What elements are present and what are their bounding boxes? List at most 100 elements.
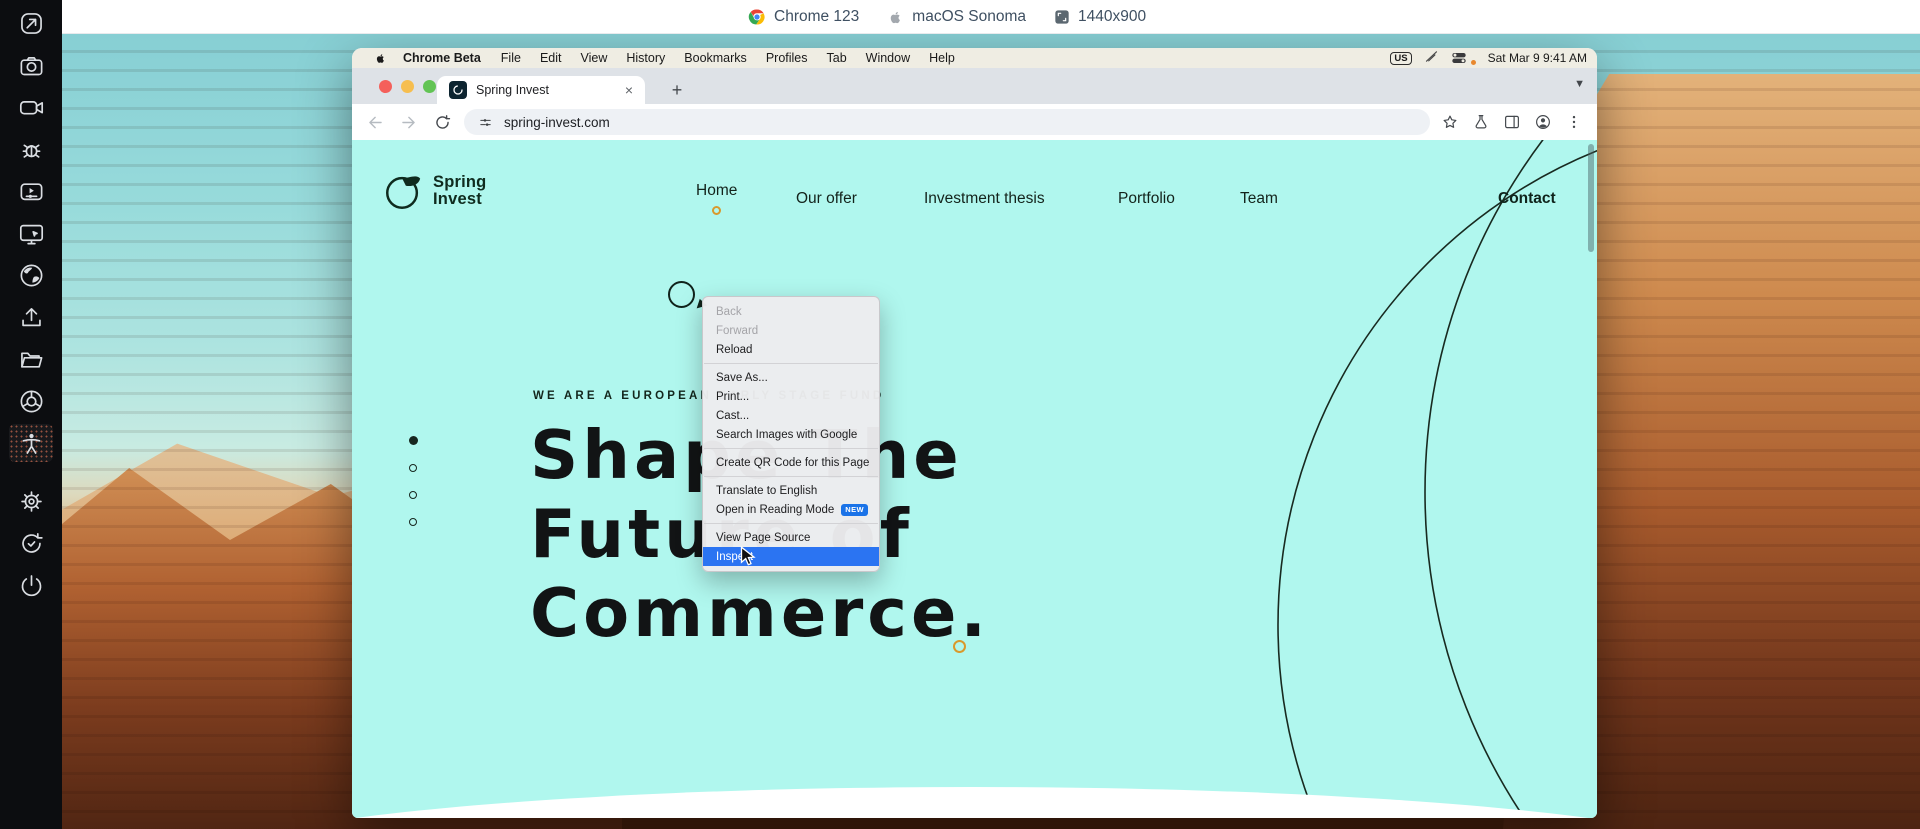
menu-window[interactable]: Window [866,51,910,65]
context-menu-separator [704,523,878,524]
carousel-dot[interactable] [409,518,417,526]
chrome-icon[interactable] [9,382,53,420]
accessibility-icon[interactable] [9,424,53,462]
context-item-cast[interactable]: Cast... [703,406,879,425]
vm-screen: Chrome Beta File Edit View History Bookm… [352,48,1597,818]
context-menu-separator [704,476,878,477]
context-item-reload[interactable]: Reload [703,340,879,359]
nav-portfolio[interactable]: Portfolio [1118,190,1175,208]
apple-logo-icon [887,9,904,26]
new-tab-button[interactable]: + [664,77,690,103]
virtual-display-icon[interactable] [9,214,53,252]
menu-help[interactable]: Help [929,51,955,65]
nav-home[interactable]: Home [696,182,737,200]
screen-record-icon[interactable] [9,88,53,126]
nav-home-active-dot [712,206,721,215]
tab-search-chevron-icon[interactable]: ▼ [1574,78,1585,90]
kebab-menu-icon[interactable] [1565,113,1583,131]
site-logo[interactable]: Spring Invest [382,170,486,212]
wifi-off-icon[interactable] [1424,49,1439,67]
vm-status-bar: Chrome 123 macOS Sonoma 1440x900 [62,0,1920,34]
tool-sidebar [0,0,62,829]
headline-line-3: Commerce. [530,574,990,652]
context-menu-separator [704,363,878,364]
context-item-create-qr[interactable]: Create QR Code for this Page [703,453,879,472]
carousel-dots [409,436,418,545]
tab-strip: Spring Invest × + ▼ [352,68,1597,104]
globe-icon[interactable] [9,256,53,294]
app-logo-icon[interactable] [9,4,53,42]
input-source-badge[interactable]: US [1390,51,1412,65]
notification-dot [1470,59,1476,65]
menu-app-name[interactable]: Chrome Beta [403,51,481,65]
site-custom-cursor-ring [668,281,695,308]
menu-view[interactable]: View [581,51,608,65]
beta-flask-icon[interactable] [1472,113,1490,131]
context-item-print[interactable]: Print... [703,387,879,406]
nav-team[interactable]: Team [1240,190,1278,208]
context-menu-separator [704,448,878,449]
context-item-translate[interactable]: Translate to English [703,481,879,500]
context-item-search-images[interactable]: Search Images with Google [703,425,879,444]
menu-history[interactable]: History [626,51,665,65]
context-item-inspect[interactable]: Inspect [703,547,879,566]
site-settings-icon[interactable] [478,115,493,130]
nav-our-offer[interactable]: Our offer [796,190,857,208]
control-center-icon[interactable] [1451,51,1467,65]
debug-bug-icon[interactable] [9,130,53,168]
reading-mode-label: Open in Reading Mode [716,503,835,516]
chrome-logo-icon [748,8,766,26]
forward-button[interactable] [395,109,421,135]
tab-close-icon[interactable]: × [623,83,635,97]
power-icon[interactable] [9,566,53,604]
minimize-window-button[interactable] [401,80,414,93]
context-item-view-source[interactable]: View Page Source [703,528,879,547]
browser-tab[interactable]: Spring Invest × [437,76,645,104]
resolution-icon [1054,9,1070,25]
file-manager-icon[interactable] [9,340,53,378]
carousel-dot[interactable] [409,491,417,499]
headline-accent-ring [953,640,966,653]
screenshot-camera-icon[interactable] [9,46,53,84]
context-item-save-as[interactable]: Save As... [703,368,879,387]
os-label: macOS Sonoma [912,8,1027,25]
upload-icon[interactable] [9,298,53,336]
context-item-reading-mode[interactable]: Open in Reading Mode NEW [703,500,879,519]
menu-edit[interactable]: Edit [540,51,562,65]
settings-gear-icon[interactable] [9,482,53,520]
context-item-back: Back [716,305,742,318]
logo-line-2: Invest [433,190,482,208]
macos-menu-bar: Chrome Beta File Edit View History Bookm… [352,48,1597,68]
carousel-dot-active[interactable] [409,436,418,445]
reload-button[interactable] [429,109,455,135]
tab-favicon [449,81,467,99]
menu-file[interactable]: File [501,51,521,65]
context-item-forward: Forward [716,324,759,337]
nav-contact[interactable]: Contact [1498,190,1556,208]
back-button[interactable] [362,109,388,135]
menu-tab[interactable]: Tab [827,51,847,65]
tab-title: Spring Invest [476,83,549,97]
bookmark-star-icon[interactable] [1441,113,1459,131]
logo-line-1: Spring [433,173,487,191]
apple-menu-icon[interactable] [374,52,387,65]
zoom-window-button[interactable] [423,80,436,93]
profile-avatar-icon[interactable] [1534,113,1552,131]
desktop-stage: Chrome 123 macOS Sonoma 1440x900 Chrome … [0,0,1920,829]
mouse-cursor [740,545,757,573]
menu-profiles[interactable]: Profiles [766,51,808,65]
omnibox[interactable]: spring-invest.com [464,109,1430,135]
side-panel-icon[interactable] [1503,113,1521,131]
new-badge: NEW [841,503,868,516]
menu-bookmarks[interactable]: Bookmarks [684,51,747,65]
carousel-dot[interactable] [409,464,417,472]
close-window-button[interactable] [379,80,392,93]
sync-icon[interactable] [9,524,53,562]
media-player-icon[interactable] [9,172,53,210]
menu-bar-clock[interactable]: Sat Mar 9 9:41 AM [1488,51,1587,65]
url-text[interactable]: spring-invest.com [504,115,610,130]
page-viewport: Spring Invest Home Our offer Investment … [352,140,1597,818]
nav-investment-thesis[interactable]: Investment thesis [924,190,1045,208]
context-menu: Back Forward Reload Save As... Print... … [702,296,880,572]
page-scrollbar[interactable] [1588,144,1594,252]
